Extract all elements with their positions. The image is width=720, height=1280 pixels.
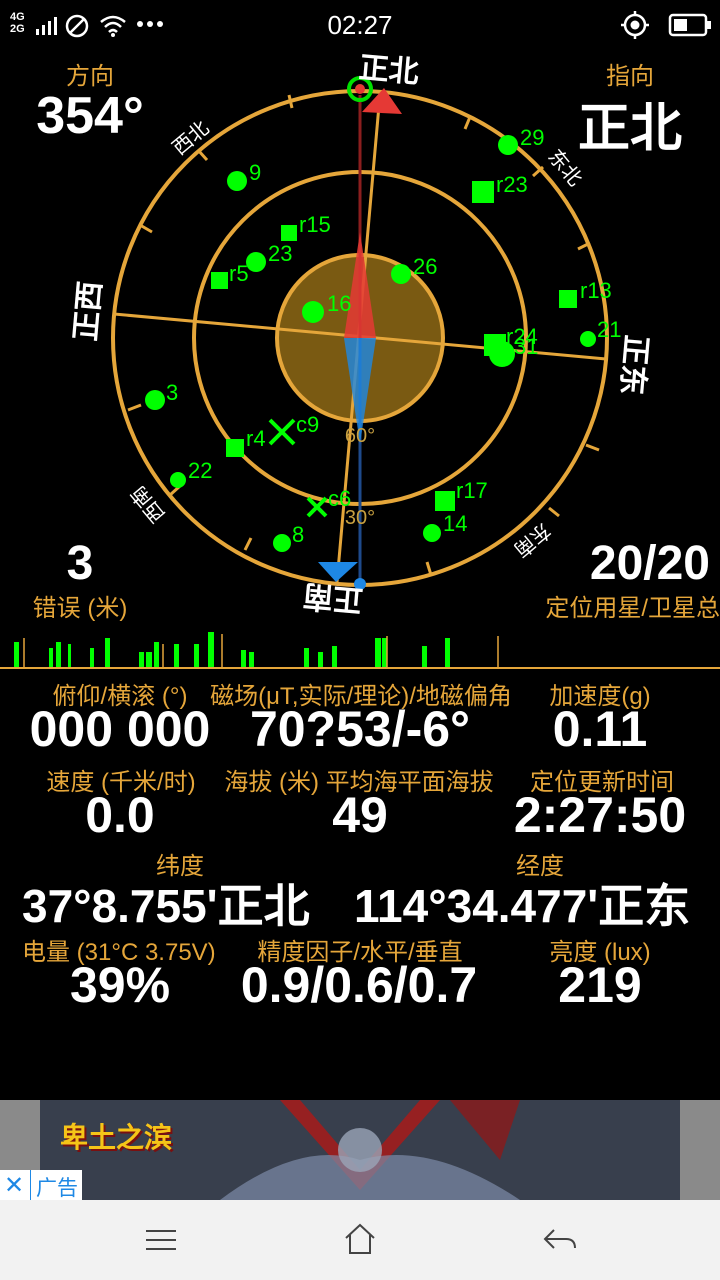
label-west: 正西 <box>69 280 107 343</box>
satellite-label: 9 <box>249 160 261 185</box>
satellite-label: r23 <box>496 172 528 197</box>
satellite-marker <box>145 390 165 410</box>
label-south: 正南 <box>302 578 365 616</box>
navigation-bar <box>0 1200 720 1280</box>
satellites-used-label: 定位用星/卫星总 <box>545 595 720 622</box>
label-nw: 西北 <box>168 116 213 159</box>
satellite-marker <box>273 534 291 552</box>
satellite-label: 29 <box>520 125 544 150</box>
satellite-label: r15 <box>299 212 331 237</box>
satellite-label: c6 <box>328 486 351 511</box>
fix-time-value: 2:27:50 <box>513 787 687 843</box>
satellite-marker <box>268 418 296 446</box>
lux-value: 219 <box>558 957 642 1013</box>
ring-label-60: 60° <box>345 425 375 447</box>
error-value: 3 <box>66 537 94 590</box>
close-icon[interactable]: ✕ <box>4 1171 24 1200</box>
acceleration-value: 0.11 <box>552 701 648 757</box>
ad-tag-box: ✕ 广告 <box>0 1170 82 1200</box>
longitude-value: 114°34.477'正东 <box>354 880 691 932</box>
satellite-marker <box>170 472 186 488</box>
altitude-value: 49 <box>332 787 388 843</box>
satellite-marker <box>281 225 297 241</box>
satellite-marker <box>498 135 518 155</box>
satellite-marker <box>302 301 324 323</box>
satellite-marker <box>489 341 515 367</box>
magnetic-value: 70?53/-6° <box>249 701 471 757</box>
satellite-marker <box>306 496 328 518</box>
ad-title: 卑土之滨 <box>60 1121 173 1154</box>
satellite-label: 22 <box>188 458 212 483</box>
satellite-marker <box>211 272 228 289</box>
satellite-marker <box>435 491 455 511</box>
satellite-label: 21 <box>597 317 621 342</box>
ad-tag: 广告 <box>36 1177 78 1200</box>
signal-strength-bars <box>0 632 720 669</box>
satellite-label: 14 <box>443 511 467 536</box>
satellite-marker <box>580 331 596 347</box>
satellite-label: 3 <box>166 380 178 405</box>
satellite-label: r17 <box>456 478 488 503</box>
error-label: 错误 (米) <box>32 595 128 622</box>
satellite-label: r4 <box>246 426 266 451</box>
battery-value: 39% <box>69 957 171 1013</box>
satellites-used-value: 20/20 <box>589 537 710 590</box>
ad-banner[interactable]: 卑土之滨 ✕ 广告 <box>0 1100 720 1200</box>
speed-value: 0.0 <box>85 787 155 843</box>
latitude-value: 37°8.755'正北 <box>22 880 310 932</box>
satellite-label: 26 <box>413 254 437 279</box>
satellite-marker <box>559 290 577 308</box>
label-se: 东南 <box>509 518 554 561</box>
label-ne: 东北 <box>543 145 586 190</box>
satellite-label: 23 <box>268 241 292 266</box>
label-east: 正东 <box>614 334 653 397</box>
satellite-marker <box>423 524 441 542</box>
satellite-marker <box>246 252 266 272</box>
dop-value: 0.9/0.6/0.7 <box>240 957 478 1013</box>
satellite-label: 31 <box>514 334 538 359</box>
back-icon[interactable] <box>542 1226 578 1254</box>
home-icon[interactable] <box>343 1222 377 1256</box>
satellite-label: 8 <box>292 522 304 547</box>
pitch-roll-value: 000 000 <box>29 701 211 757</box>
satellite-label: 16 <box>327 291 351 316</box>
satellite-label: r5 <box>229 261 249 286</box>
label-north: 正北 <box>358 51 421 89</box>
satellite-marker <box>391 264 411 284</box>
satellite-marker <box>472 181 494 203</box>
satellite-label: r13 <box>580 278 612 303</box>
satellite-marker <box>227 171 247 191</box>
south-marker <box>318 562 358 582</box>
satellite-marker <box>226 439 244 457</box>
satellite-label: c9 <box>296 412 319 437</box>
menu-icon[interactable] <box>144 1226 178 1254</box>
